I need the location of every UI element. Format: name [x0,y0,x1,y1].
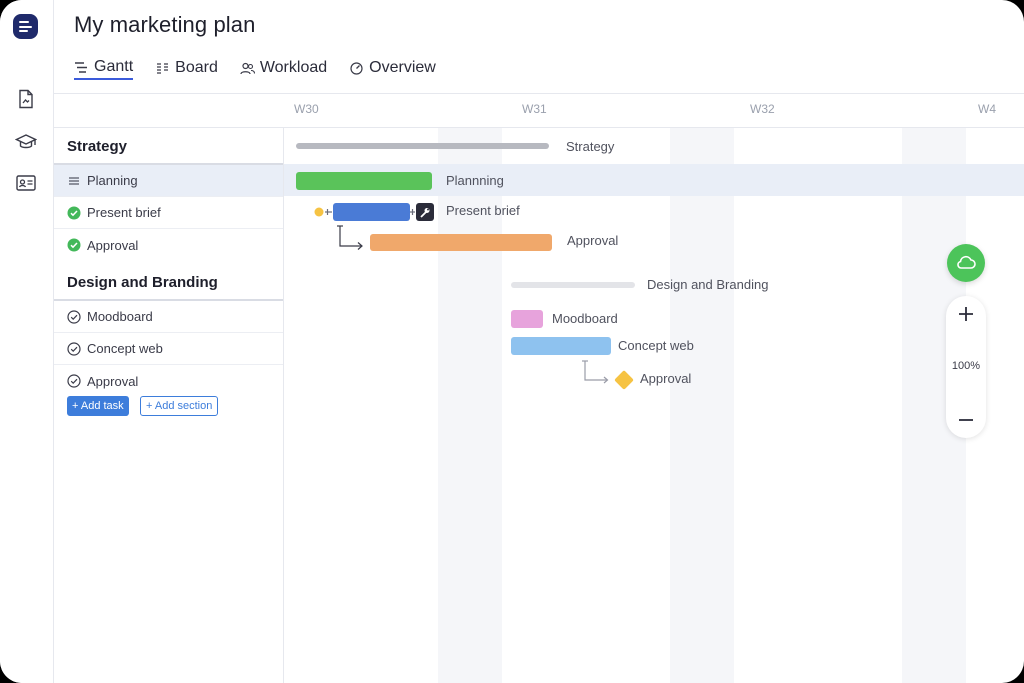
zoom-out-icon[interactable] [956,410,976,430]
add-section-button[interactable]: + Add section [140,396,219,416]
task-bar-concept-web[interactable] [511,337,611,355]
task-label: Approval [87,237,139,253]
view-tabs: Gantt Board Workload Overview [74,56,458,82]
task-bar-present-brief[interactable] [333,203,410,221]
check-filled-icon[interactable] [67,238,81,252]
tab-board[interactable]: Board [155,56,218,80]
gantt-label: Concept web [618,338,694,353]
task-label: Present brief [87,205,161,220]
cloud-sync-button[interactable] [947,244,985,282]
milestone-diamond-icon[interactable] [611,367,637,393]
tab-label: Gantt [94,58,134,75]
workload-icon [240,62,255,74]
dependency-arrow [337,225,363,250]
task-bar-planning[interactable] [296,172,432,190]
check-outline-icon[interactable] [67,309,81,324]
task-bar-moodboard[interactable] [511,310,543,328]
task-label: Moodboard [87,309,153,324]
gantt-label: Strategy [566,139,615,154]
gantt-label: Plannning [446,173,504,188]
icon-rail [0,0,54,683]
divider [54,93,1024,94]
task-label: Approval [87,373,139,389]
task-list: Strategy Planning Present brief Approval… [54,128,284,683]
tab-gantt[interactable]: Gantt [74,56,134,80]
list-item-approval[interactable]: Approval [54,229,283,261]
wrench-icon[interactable] [409,202,435,222]
app-window: My marketing plan Gantt Board Workload O… [0,0,1024,683]
list-item-concept-web[interactable]: Concept web [54,333,283,365]
task-bar-approval[interactable] [370,234,552,251]
tab-label: Board [175,59,218,76]
list-item-planning[interactable]: Planning [54,165,283,197]
gantt-label: Present brief [446,203,520,218]
section-title-strategy[interactable]: Strategy [67,138,127,155]
check-outline-icon[interactable] [67,374,81,388]
add-task-button[interactable]: + Add task [67,396,129,416]
document-icon[interactable] [15,88,37,110]
week-label: W31 [522,102,547,116]
contact-card-icon[interactable] [15,172,37,194]
week-label: W30 [294,102,319,116]
list-item-present-brief[interactable]: Present brief [54,197,283,229]
zoom-in-icon[interactable] [956,304,976,324]
tab-label: Overview [369,59,436,76]
week-label: W4 [978,102,996,116]
gantt-label: Approval [567,233,619,248]
weekend-shade [670,128,734,683]
gantt-label: Moodboard [552,311,618,326]
app-logo-icon[interactable] [13,14,38,39]
task-label: Planning [87,173,138,188]
drag-handle-icon[interactable] [67,174,81,188]
gantt-label: Design and Branding [647,277,769,292]
section-title-design[interactable]: Design and Branding [67,274,218,291]
summary-bar-design[interactable] [511,282,635,288]
list-item-approval[interactable]: Approval [54,365,283,397]
gantt-icon [75,61,87,73]
graduation-cap-icon[interactable] [15,131,37,153]
cloud-icon [957,255,976,269]
zoom-control: 100% [946,296,986,438]
tab-workload[interactable]: Workload [240,56,327,80]
summary-bar-strategy[interactable] [296,143,549,149]
gantt-label: Approval [640,371,692,386]
board-icon [157,62,169,74]
dependency-arrow [582,360,609,384]
overview-icon [350,61,363,75]
tab-overview[interactable]: Overview [349,56,436,80]
check-outline-icon[interactable] [67,341,81,356]
tab-label: Workload [259,59,328,76]
page-title: My marketing plan [74,12,256,37]
check-filled-icon[interactable] [67,206,81,220]
week-label: W32 [750,102,775,116]
zoom-level: 100% [951,360,981,372]
list-item-moodboard[interactable]: Moodboard [54,301,283,333]
task-label: Concept web [87,341,163,356]
